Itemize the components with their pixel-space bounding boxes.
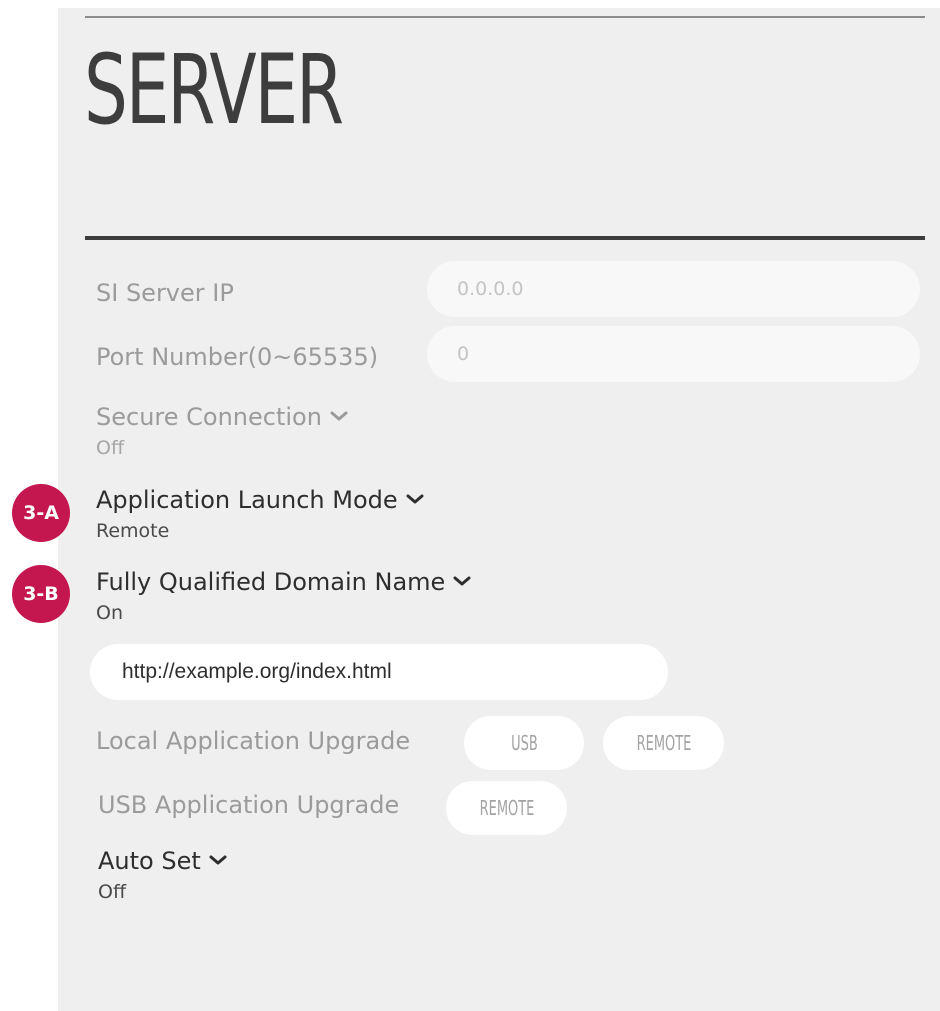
chevron-down-icon	[209, 855, 227, 865]
application-launch-mode-dropdown[interactable]: Application Launch Mode	[96, 485, 424, 515]
fqdn-url-input[interactable]: http://example.org/index.html	[90, 644, 668, 700]
local-upgrade-usb-button[interactable]: USB	[464, 716, 584, 770]
application-launch-mode-label: Application Launch Mode	[96, 486, 398, 514]
local-upgrade-remote-button[interactable]: REMOTE	[603, 716, 724, 770]
chevron-down-icon	[453, 576, 471, 586]
si-server-ip-label: SI Server IP	[96, 279, 234, 307]
si-server-ip-placeholder: 0.0.0.0	[457, 278, 524, 300]
fqdn-value: On	[96, 602, 123, 624]
annotation-badge-3b: 3-B	[12, 565, 70, 623]
usb-application-upgrade-label: USB Application Upgrade	[98, 791, 400, 819]
secure-connection-label: Secure Connection	[96, 403, 322, 431]
top-divider	[85, 16, 925, 18]
usb-upgrade-remote-label: REMOTE	[479, 796, 534, 820]
secure-connection-dropdown[interactable]: Secure Connection	[96, 402, 348, 432]
auto-set-label: Auto Set	[98, 847, 201, 875]
usb-upgrade-remote-button[interactable]: REMOTE	[446, 781, 567, 835]
port-number-placeholder: 0	[457, 343, 470, 365]
local-upgrade-usb-label: USB	[510, 731, 538, 755]
fqdn-url-text: http://example.org/index.html	[122, 660, 392, 683]
auto-set-dropdown[interactable]: Auto Set	[98, 846, 227, 876]
chevron-down-icon	[406, 494, 424, 504]
port-number-field[interactable]: 0	[427, 326, 920, 382]
si-server-ip-field[interactable]: 0.0.0.0	[427, 261, 920, 317]
page-title: SERVER	[84, 34, 344, 146]
fqdn-label: Fully Qualified Domain Name	[96, 568, 446, 596]
port-number-label: Port Number(0~65535)	[96, 343, 379, 371]
local-upgrade-remote-label: REMOTE	[636, 731, 691, 755]
local-application-upgrade-label: Local Application Upgrade	[96, 727, 411, 755]
fqdn-dropdown[interactable]: Fully Qualified Domain Name	[96, 567, 471, 597]
auto-set-value: Off	[98, 881, 127, 903]
secure-connection-value: Off	[96, 437, 125, 459]
application-launch-mode-value: Remote	[96, 520, 170, 542]
title-divider	[85, 236, 925, 240]
annotation-badge-3a: 3-A	[12, 484, 70, 542]
chevron-down-icon	[330, 411, 348, 421]
